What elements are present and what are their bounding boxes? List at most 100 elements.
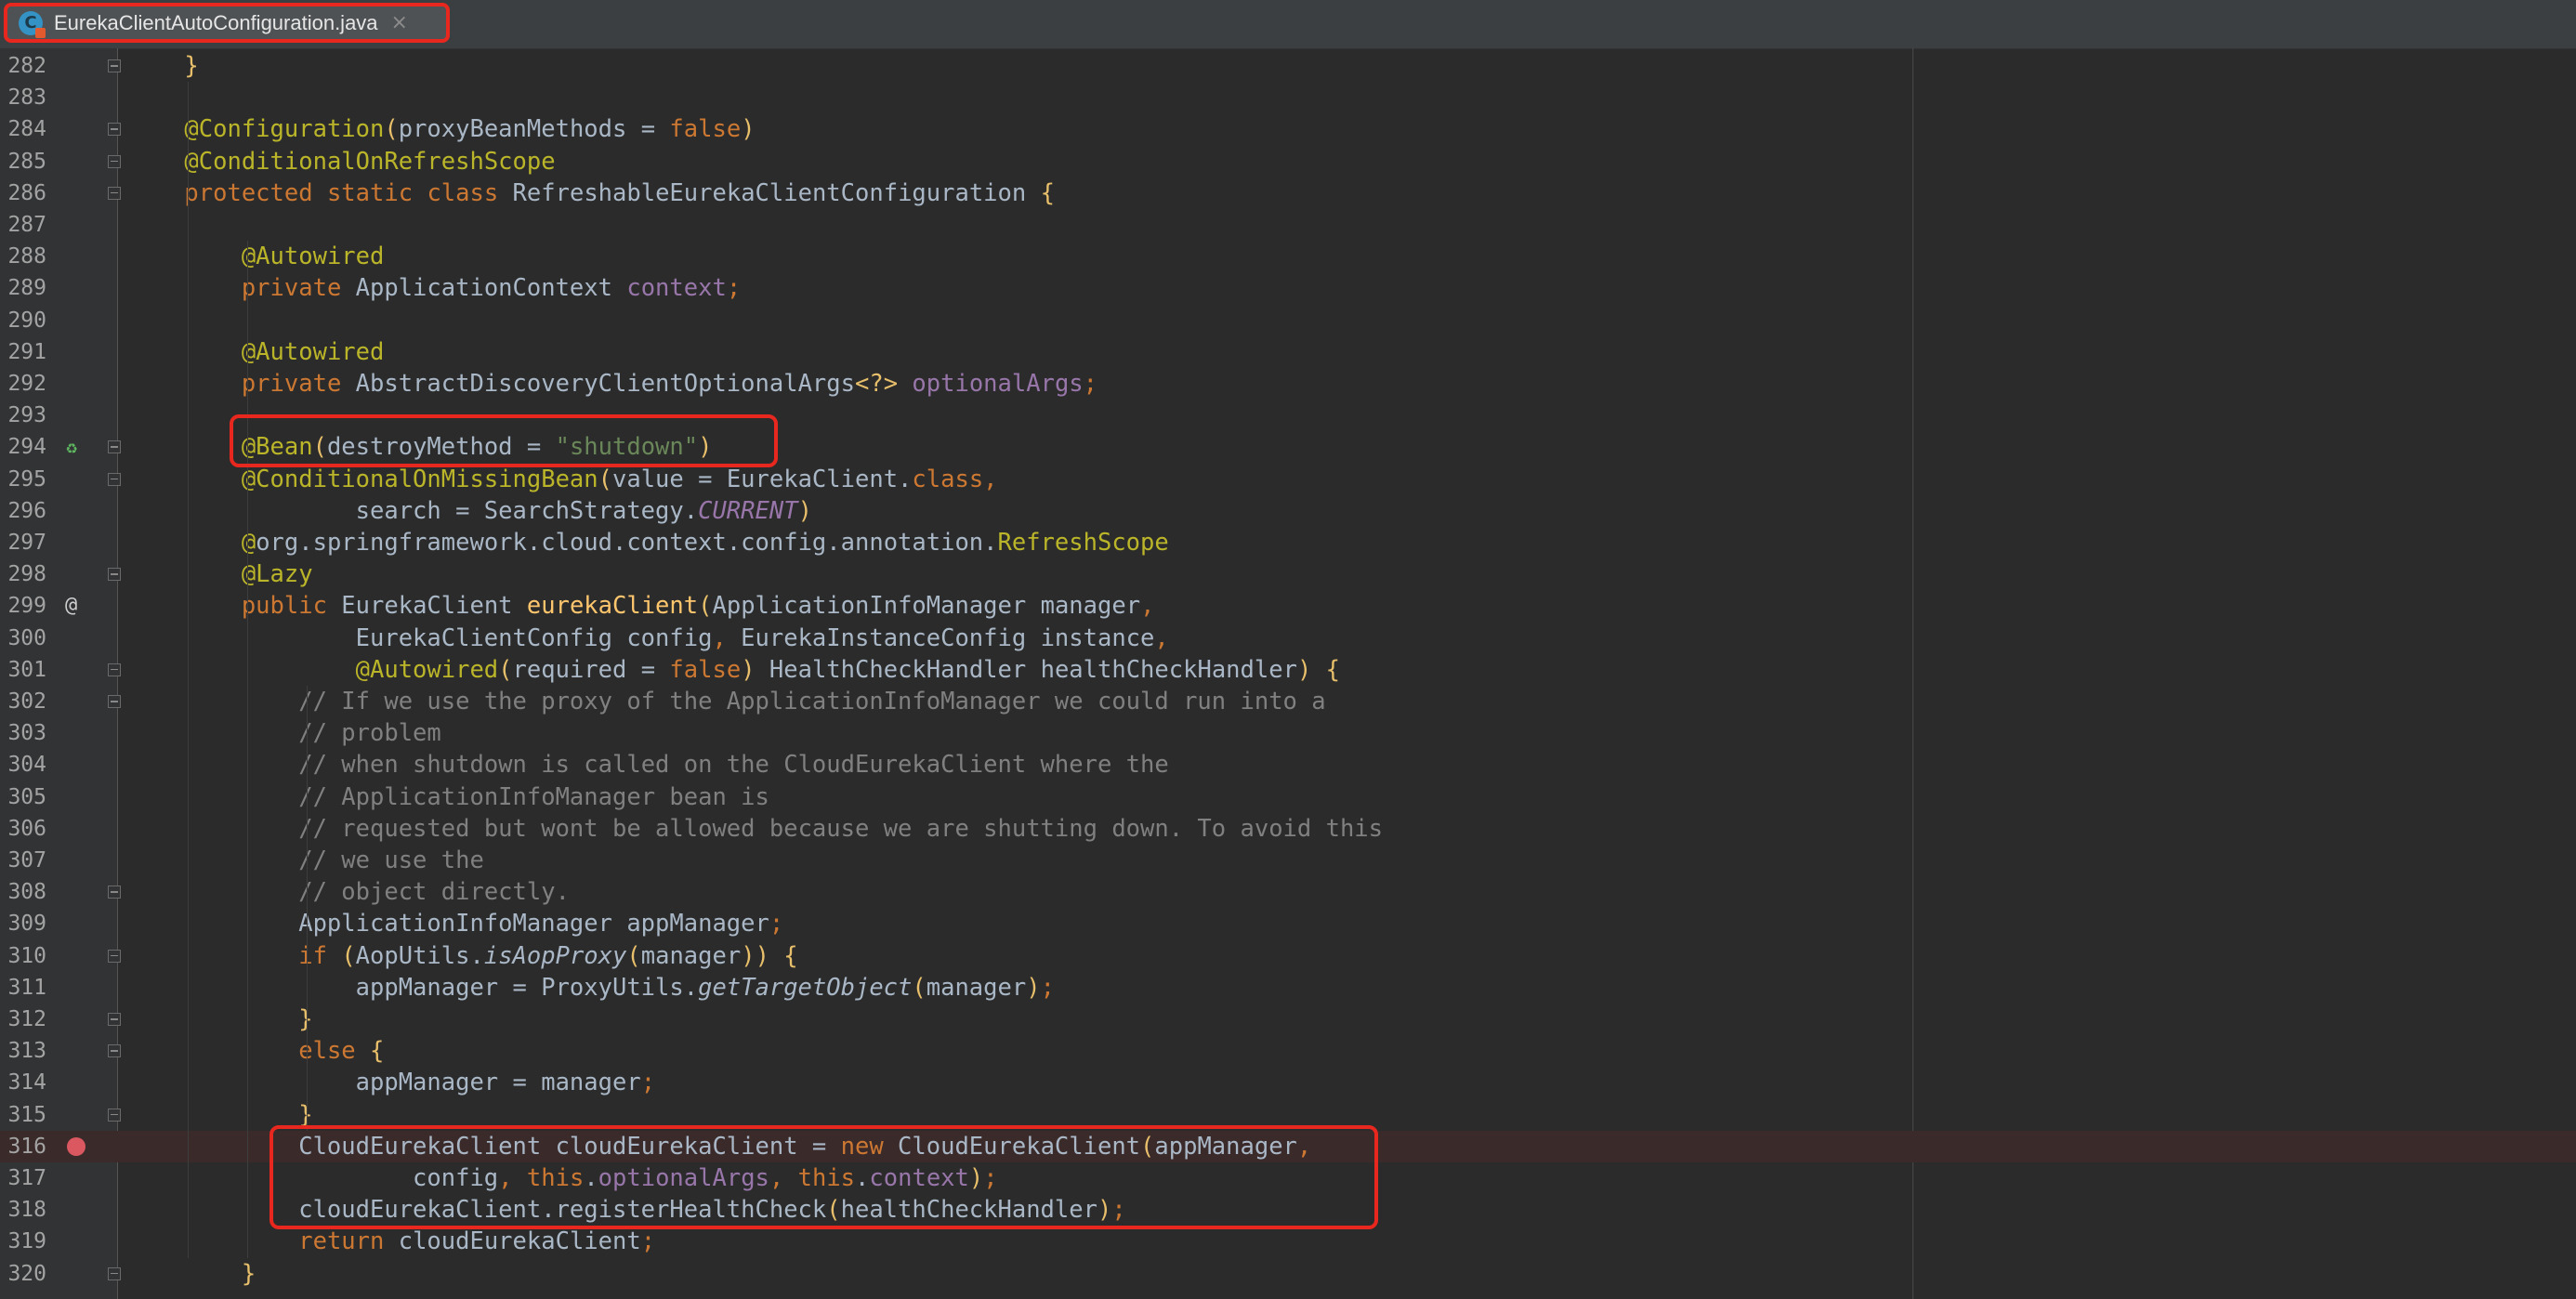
code-line-283[interactable]: 283 <box>0 82 2576 113</box>
line-number[interactable]: 294 <box>0 431 46 463</box>
code-line-303[interactable]: 303 // problem <box>0 717 2576 749</box>
spring-bean-icon[interactable]: ♻ <box>61 437 82 457</box>
line-number[interactable]: 285 <box>0 146 46 177</box>
line-number[interactable]: 318 <box>0 1194 46 1226</box>
line-number[interactable]: 317 <box>0 1162 46 1194</box>
tab-eureka-client-auto-configuration[interactable]: C EurekaClientAutoConfiguration.java × <box>4 3 450 43</box>
line-number[interactable]: 315 <box>0 1099 46 1131</box>
line-number[interactable]: 307 <box>0 845 46 876</box>
code-line-297[interactable]: 297 @org.springframework.cloud.context.c… <box>0 527 2576 558</box>
code-line-289[interactable]: 289 private ApplicationContext context; <box>0 272 2576 304</box>
code-text: return cloudEurekaClient; <box>298 1227 656 1256</box>
code-line-320[interactable]: 320 } <box>0 1258 2576 1290</box>
line-number[interactable]: 301 <box>0 654 46 686</box>
fold-toggle-icon[interactable] <box>108 568 121 582</box>
close-icon[interactable]: × <box>391 11 408 34</box>
code-line-299[interactable]: 299 @ public EurekaClient eurekaClient(Ap… <box>0 590 2576 622</box>
fold-toggle-icon[interactable] <box>108 123 121 137</box>
code-line-306[interactable]: 306 // requested but wont be allowed bec… <box>0 813 2576 845</box>
overrides-method-icon[interactable]: @ <box>65 590 77 622</box>
line-number[interactable]: 306 <box>0 813 46 845</box>
code-line-310[interactable]: 310 if (AopUtils.isAopProxy(manager)) { <box>0 940 2576 972</box>
line-number[interactable]: 319 <box>0 1226 46 1257</box>
fold-toggle-icon[interactable] <box>108 1266 121 1280</box>
line-number[interactable]: 282 <box>0 50 46 82</box>
java-class-icon: C <box>19 10 46 38</box>
fold-toggle-icon[interactable] <box>108 886 121 899</box>
code-text: @Autowired <box>241 337 385 366</box>
code-line-313[interactable]: 313 else { <box>0 1035 2576 1067</box>
line-number[interactable]: 305 <box>0 781 46 813</box>
line-number[interactable]: 290 <box>0 305 46 336</box>
line-number[interactable]: 314 <box>0 1067 46 1098</box>
line-number[interactable]: 283 <box>0 82 46 113</box>
code-line-311[interactable]: 311 appManager = ProxyUtils.getTargetObj… <box>0 972 2576 1004</box>
line-number[interactable]: 311 <box>0 972 46 1004</box>
code-text: private AbstractDiscoveryClientOptionalA… <box>241 370 1098 398</box>
line-number[interactable]: 299 <box>0 590 46 622</box>
code-text: appManager = ProxyUtils.getTargetObject(… <box>127 973 1055 1002</box>
code-line-305[interactable]: 305 // ApplicationInfoManager bean is <box>0 781 2576 813</box>
line-number[interactable]: 289 <box>0 272 46 304</box>
code-line-286[interactable]: 286 protected static class RefreshableEu… <box>0 177 2576 209</box>
code-line-302[interactable]: 302 // If we use the proxy of the Applic… <box>0 686 2576 717</box>
fold-toggle-icon[interactable] <box>108 472 121 486</box>
line-number[interactable]: 308 <box>0 876 46 908</box>
code-text: search = SearchStrategy.CURRENT) <box>127 496 812 525</box>
line-number[interactable]: 304 <box>0 749 46 781</box>
line-number[interactable]: 300 <box>0 623 46 654</box>
line-number[interactable]: 287 <box>0 209 46 241</box>
code-line-312[interactable]: 312 } <box>0 1004 2576 1035</box>
line-number[interactable]: 316 <box>0 1131 46 1162</box>
line-number[interactable]: 286 <box>0 177 46 209</box>
code-line-288[interactable]: 288 @Autowired <box>0 241 2576 272</box>
line-number[interactable]: 288 <box>0 241 46 272</box>
code-line-319[interactable]: 319 return cloudEurekaClient; <box>0 1226 2576 1257</box>
line-number[interactable]: 292 <box>0 368 46 400</box>
fold-toggle-icon[interactable] <box>108 1013 121 1026</box>
code-line-308[interactable]: 308 // object directly. <box>0 876 2576 908</box>
code-line-301[interactable]: 301 @Autowired(required = false) HealthC… <box>0 654 2576 686</box>
code-line-296[interactable]: 296 search = SearchStrategy.CURRENT) <box>0 495 2576 527</box>
fold-toggle-icon[interactable] <box>108 695 121 708</box>
line-number[interactable]: 296 <box>0 495 46 527</box>
code-line-309[interactable]: 309 ApplicationInfoManager appManager; <box>0 908 2576 939</box>
line-number[interactable]: 310 <box>0 940 46 972</box>
line-number[interactable]: 302 <box>0 686 46 717</box>
fold-toggle-icon[interactable] <box>108 59 121 72</box>
line-number[interactable]: 297 <box>0 527 46 558</box>
fold-toggle-icon[interactable] <box>108 663 121 676</box>
code-line-300[interactable]: 300 EurekaClientConfig config, EurekaIns… <box>0 623 2576 654</box>
code-line-284[interactable]: 284 @Configuration(proxyBeanMethods = fa… <box>0 113 2576 145</box>
fold-toggle-icon[interactable] <box>108 154 121 168</box>
fold-toggle-icon[interactable] <box>108 949 121 963</box>
code-line-298[interactable]: 298 @Lazy <box>0 558 2576 590</box>
code-line-292[interactable]: 292 private AbstractDiscoveryClientOptio… <box>0 368 2576 400</box>
line-number[interactable]: 313 <box>0 1035 46 1067</box>
fold-toggle-icon[interactable] <box>108 1044 121 1058</box>
line-number[interactable]: 320 <box>0 1258 46 1290</box>
code-text: appManager = manager; <box>127 1069 656 1097</box>
breakpoint-icon[interactable] <box>67 1136 85 1156</box>
line-number[interactable]: 284 <box>0 113 46 145</box>
code-line-287[interactable]: 287 <box>0 209 2576 241</box>
line-number[interactable]: 291 <box>0 336 46 368</box>
line-number[interactable]: 295 <box>0 464 46 495</box>
line-number[interactable]: 309 <box>0 908 46 939</box>
code-line-304[interactable]: 304 // when shutdown is called on the Cl… <box>0 749 2576 781</box>
code-text: @Autowired(required = false) HealthCheck… <box>355 655 1341 684</box>
code-line-307[interactable]: 307 // we use the <box>0 845 2576 876</box>
code-line-295[interactable]: 295 @ConditionalOnMissingBean(value = Eu… <box>0 464 2576 495</box>
line-number[interactable]: 303 <box>0 717 46 749</box>
fold-toggle-icon[interactable] <box>108 186 121 200</box>
line-number[interactable]: 312 <box>0 1004 46 1035</box>
code-line-290[interactable]: 290 <box>0 305 2576 336</box>
line-number[interactable]: 298 <box>0 558 46 590</box>
code-line-285[interactable]: 285 @ConditionalOnRefreshScope <box>0 146 2576 177</box>
code-line-291[interactable]: 291 @Autowired <box>0 336 2576 368</box>
code-line-314[interactable]: 314 appManager = manager; <box>0 1067 2576 1098</box>
fold-toggle-icon[interactable] <box>108 1108 121 1122</box>
code-line-282[interactable]: 282 } <box>0 50 2576 82</box>
line-number[interactable]: 293 <box>0 400 46 431</box>
fold-toggle-icon[interactable] <box>108 440 121 454</box>
